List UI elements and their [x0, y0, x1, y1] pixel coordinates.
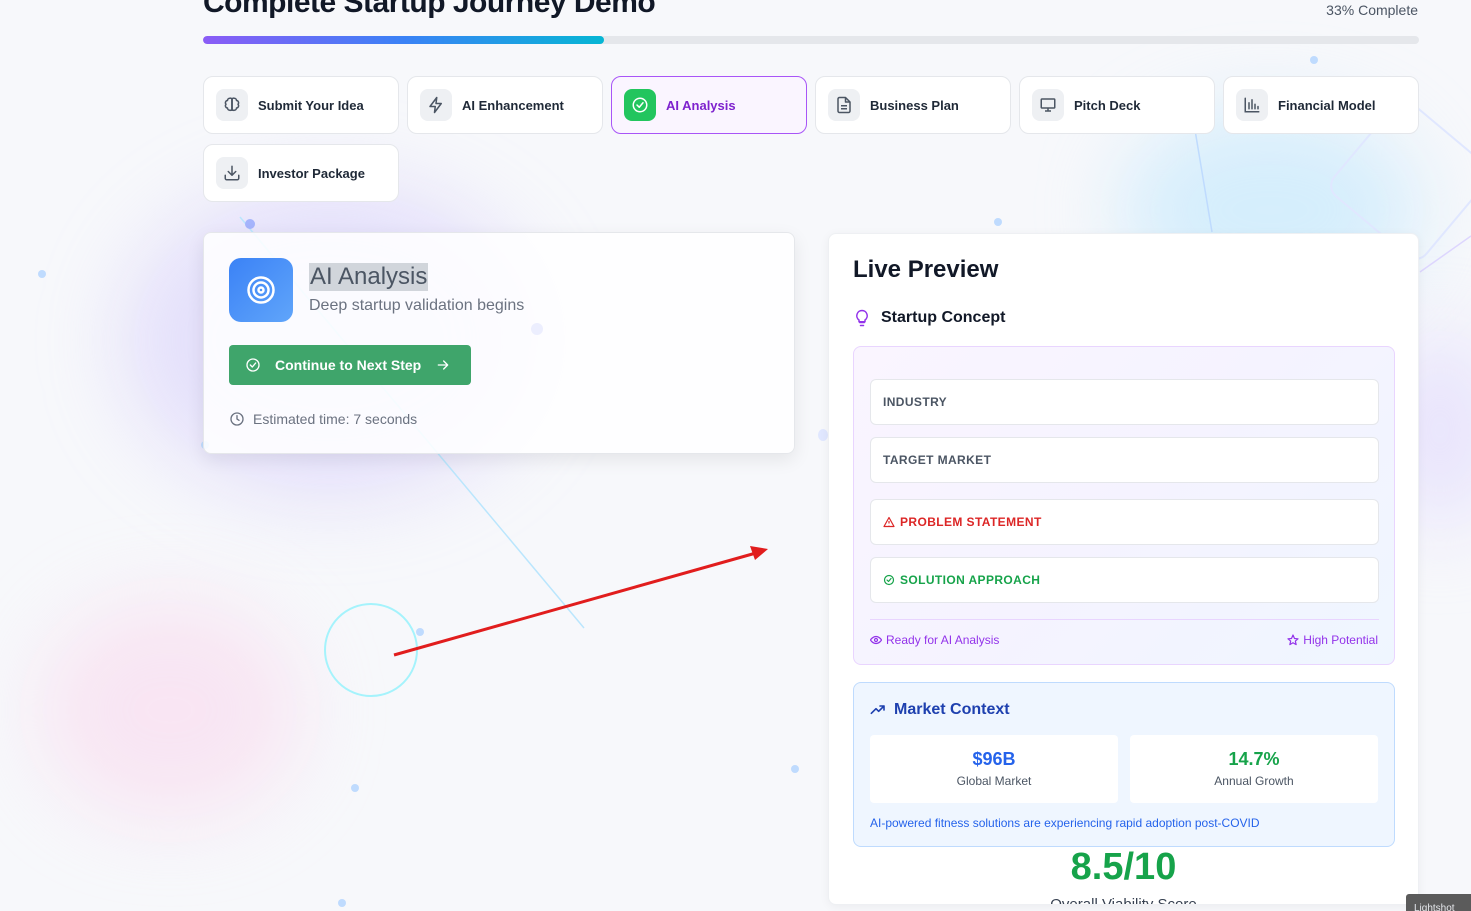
step-ai-analysis[interactable]: AI Analysis [611, 76, 807, 134]
eye-icon [870, 635, 882, 645]
potential-badge: High Potential [1287, 633, 1378, 647]
market-heading: Market Context [870, 701, 1010, 719]
divider [870, 619, 1379, 620]
problem-statement-field: PROBLEM STATEMENT [870, 499, 1379, 545]
industry-label: INDUSTRY [883, 395, 948, 409]
annual-growth-stat: 14.7% Annual Growth [1130, 735, 1378, 803]
page-title: Complete Startup Journey Demo [203, 0, 656, 19]
decor-dot [338, 899, 346, 907]
target-market-field: TARGET MARKET [870, 437, 1379, 483]
preview-title: Live Preview [853, 256, 999, 283]
decor-dot [38, 270, 46, 278]
viability-score-label: Overall Viability Score [1050, 896, 1197, 905]
step-label: Financial Model [1278, 97, 1376, 113]
step-submit-your-idea[interactable]: Submit Your Idea [203, 76, 399, 134]
annual-growth-value: 14.7% [1228, 749, 1280, 769]
decor-dot [416, 628, 424, 636]
potential-badge-text: High Potential [1303, 633, 1378, 647]
continue-button[interactable]: Continue to Next Step [229, 345, 471, 385]
global-market-label: Global Market [956, 774, 1032, 788]
lightbulb-icon [856, 309, 868, 327]
step-label: AI Analysis [666, 97, 736, 113]
progress-bar [203, 36, 1419, 44]
annual-growth-label: Annual Growth [1214, 774, 1294, 788]
target-market-label: TARGET MARKET [883, 453, 992, 467]
brain-icon [216, 89, 248, 121]
estimated-time: Estimated time: 7 seconds [229, 411, 417, 427]
concept-box: INDUSTRY TARGET MARKET PROBLEM STATEMENT… [853, 346, 1395, 665]
market-heading-text: Market Context [894, 701, 1010, 718]
trending-up-icon [870, 705, 885, 715]
decor-dot [245, 219, 255, 229]
presentation-icon [1032, 89, 1064, 121]
download-icon [216, 157, 248, 189]
step-label: AI Enhancement [462, 97, 564, 113]
concept-heading-text: Startup Concept [881, 309, 1006, 326]
check-circle-icon [624, 89, 656, 121]
problem-statement-label: PROBLEM STATEMENT [900, 515, 1042, 529]
step-label: Business Plan [870, 97, 959, 113]
decor-dot [994, 218, 1002, 226]
analysis-card: AI Analysis Deep startup validation begi… [203, 232, 795, 454]
check-circle-icon [883, 574, 895, 586]
global-market-value: $96B [972, 749, 1016, 769]
industry-field: INDUSTRY [870, 379, 1379, 425]
market-context-box: Market Context $96B Global Market 14.7% … [853, 682, 1395, 847]
decor-dot [1310, 56, 1318, 64]
step-label: Investor Package [258, 165, 365, 181]
continue-button-label: Continue to Next Step [275, 357, 422, 373]
arrow-right-icon [437, 360, 449, 370]
decor-dot [791, 765, 799, 773]
target-icon [229, 258, 293, 322]
warning-icon [883, 516, 895, 528]
analysis-title: AI Analysis [309, 263, 429, 291]
live-preview-panel: Live Preview Startup Concept INDUSTRY TA… [828, 233, 1419, 905]
market-note: AI-powered fitness solutions are experie… [870, 816, 1260, 830]
solution-approach-label: SOLUTION APPROACH [900, 573, 1041, 587]
analysis-subtitle: Deep startup validation begins [309, 297, 525, 314]
lightshot-badge: Lightshot [1406, 894, 1471, 911]
step-label: Pitch Deck [1074, 97, 1141, 113]
step-tabs: Submit Your Idea AI Enhancement AI Analy… [203, 76, 1423, 202]
progress-fill [203, 36, 605, 44]
global-market-stat: $96B Global Market [870, 735, 1118, 803]
solution-approach-field: SOLUTION APPROACH [870, 557, 1379, 603]
background-glow [40, 600, 300, 820]
step-financial-model[interactable]: Financial Model [1223, 76, 1419, 134]
concept-heading: Startup Concept [853, 308, 1005, 328]
estimated-time-text: Estimated time: 7 seconds [253, 411, 418, 427]
ready-status-text: Ready for AI Analysis [886, 633, 1000, 647]
ready-status: Ready for AI Analysis [870, 633, 999, 647]
decor-dot [818, 429, 828, 441]
bar-chart-icon [1236, 89, 1268, 121]
document-icon [828, 89, 860, 121]
step-label: Submit Your Idea [258, 97, 364, 113]
star-icon [1287, 634, 1299, 646]
step-business-plan[interactable]: Business Plan [815, 76, 1011, 134]
progress-label: 33% Complete [1326, 2, 1418, 18]
lightning-icon [420, 89, 452, 121]
step-investor-package[interactable]: Investor Package [203, 144, 399, 202]
viability-score: 8.5/10 [1070, 846, 1177, 888]
step-ai-enhancement[interactable]: AI Enhancement [407, 76, 603, 134]
check-circle-icon [246, 358, 260, 372]
clock-icon [230, 412, 244, 426]
decor-dot [351, 784, 359, 792]
step-pitch-deck[interactable]: Pitch Deck [1019, 76, 1215, 134]
